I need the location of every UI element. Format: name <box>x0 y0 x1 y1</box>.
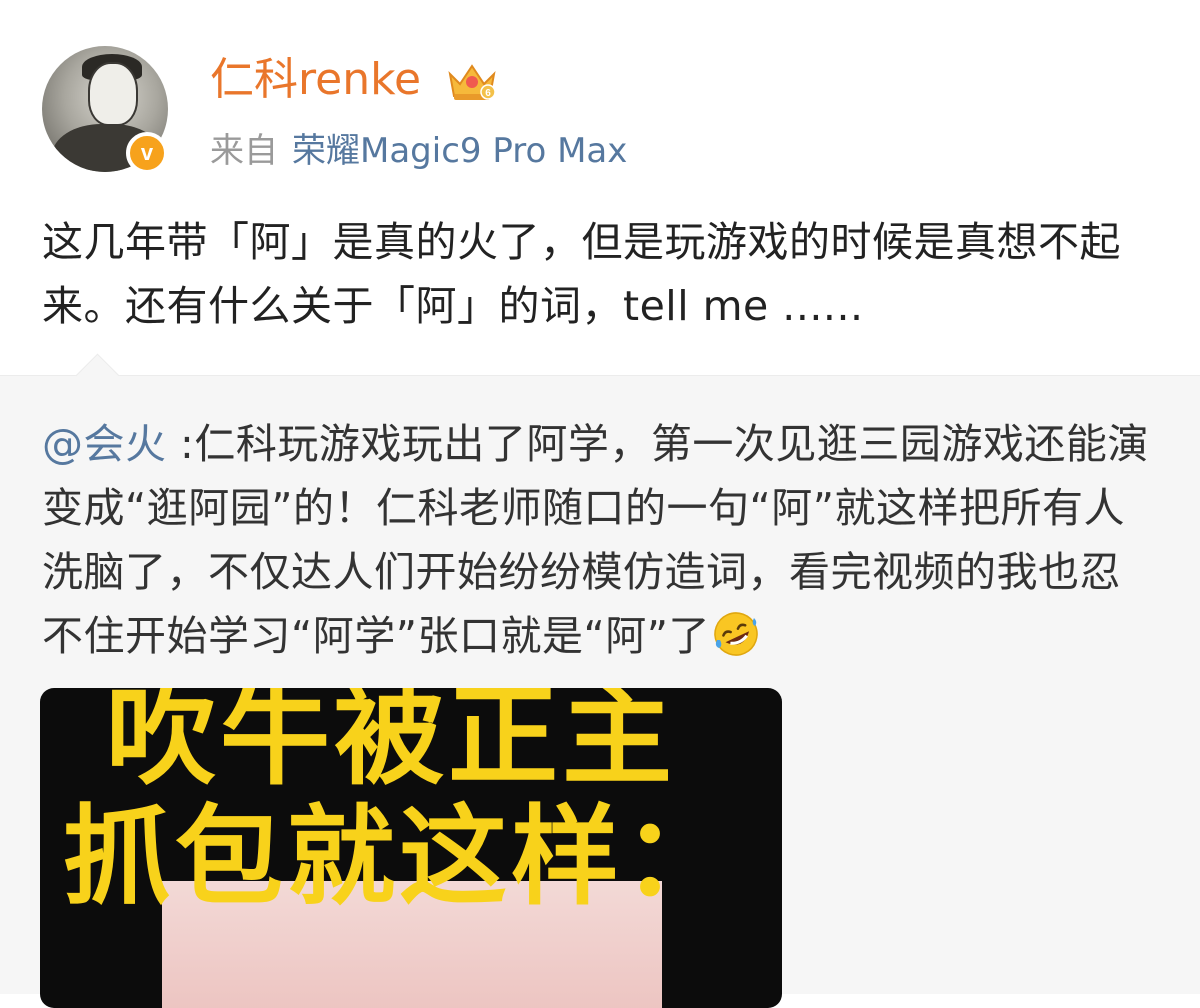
source-prefix: 来自 <box>210 131 278 171</box>
video-thumbnail[interactable]: 吹牛被正主 抓包就这样： <box>40 688 782 1008</box>
repost-card[interactable]: @会火 :仁科玩游戏玩出了阿学，第一次见逛三园游戏还能演变成“逛阿园”的！仁科老… <box>0 353 1200 1008</box>
repost-text: :仁科玩游戏玩出了阿学，第一次见逛三园游戏还能演变成“逛阿园”的！仁科老师随口的… <box>42 420 1149 660</box>
post-source: 来自 荣耀Magic9 Pro Max <box>210 128 627 174</box>
post-text: 这几年带「阿」是真的火了，但是玩游戏的时候是真想不起来。还有什么关于「阿」的词，… <box>42 218 1121 330</box>
verified-icon: v <box>126 132 168 174</box>
mention-link[interactable]: @会火 <box>42 420 167 468</box>
avatar-face <box>88 62 138 126</box>
author-name[interactable]: 仁科renke <box>210 52 421 108</box>
weibo-post: v 仁科renke 6 来自 荣耀Magic9 Pro Max 这几年带「阿」是真… <box>0 0 1200 375</box>
repost-text-block: @会火 :仁科玩游戏玩出了阿学，第一次见逛三园游戏还能演变成“逛阿园”的！仁科老… <box>42 412 1162 668</box>
source-device-link[interactable]: 荣耀Magic9 Pro Max <box>292 131 627 171</box>
crown-icon[interactable]: 6 <box>446 60 498 104</box>
video-caption-line2: 抓包就这样： <box>62 795 735 920</box>
member-level-text: 6 <box>485 88 491 99</box>
rolling-laughing-emoji-icon <box>714 612 758 656</box>
